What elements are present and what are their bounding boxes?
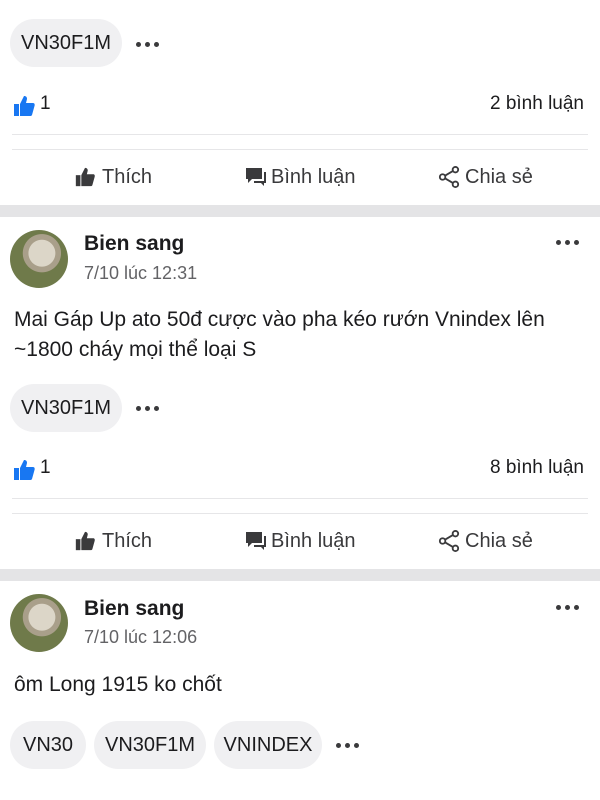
comment-label: Bình luận <box>271 166 356 188</box>
share-button[interactable]: Chia sẻ <box>438 149 538 205</box>
comment-button[interactable]: Bình luận <box>244 149 364 205</box>
share-label: Chia sẻ <box>465 166 533 188</box>
like-button[interactable]: Thích <box>74 513 184 569</box>
avatar[interactable] <box>10 594 68 652</box>
post-text-line: Mai Gáp Up ato 50đ cược vào pha kéo rướn… <box>14 308 545 331</box>
post-separator <box>0 205 600 217</box>
hashtag-chip[interactable]: VN30F1M <box>10 384 122 432</box>
like-reaction-icon <box>14 96 35 116</box>
share-icon <box>438 530 460 552</box>
like-label: Thích <box>102 530 153 552</box>
more-tags-icon[interactable] <box>136 34 160 54</box>
post-text-line: ôm Long 1915 ko chốt <box>14 673 222 696</box>
divider <box>12 134 588 135</box>
post-menu-icon[interactable] <box>556 232 580 252</box>
like-label: Thích <box>102 166 153 188</box>
post-menu-icon[interactable] <box>556 597 580 617</box>
avatar[interactable] <box>10 230 68 288</box>
comment-label: Bình luận <box>271 530 356 552</box>
thumbs-up-icon <box>75 531 95 551</box>
share-label: Chia sẻ <box>465 530 533 552</box>
comment-count[interactable]: 2 bình luận <box>490 93 584 115</box>
like-count[interactable]: 1 <box>40 93 51 115</box>
author-name[interactable]: Bien sang <box>84 597 184 621</box>
post-text-line: ~1800 cháy mọi thể loại S <box>14 338 257 361</box>
hashtag-chip[interactable]: VN30F1M <box>10 19 122 67</box>
post-separator <box>0 569 600 581</box>
like-count[interactable]: 1 <box>40 457 51 479</box>
thumbs-up-icon <box>75 167 95 187</box>
like-button[interactable]: Thích <box>74 149 184 205</box>
comment-button[interactable]: Bình luận <box>244 513 364 569</box>
author-name[interactable]: Bien sang <box>84 232 184 256</box>
hashtag-chip[interactable]: VN30 <box>10 721 86 769</box>
share-icon <box>438 166 460 188</box>
comment-icon <box>246 168 266 186</box>
more-tags-icon[interactable] <box>336 735 360 755</box>
divider <box>12 498 588 499</box>
reactions-row: 1 2 bình luận <box>0 86 600 126</box>
hashtag-chip[interactable]: VNINDEX <box>214 721 322 769</box>
post-timestamp[interactable]: 7/10 lúc 12:31 <box>84 263 197 284</box>
comment-icon <box>246 532 266 550</box>
like-reaction-icon <box>14 460 35 480</box>
more-tags-icon[interactable] <box>136 398 160 418</box>
hashtag-chip[interactable]: VN30F1M <box>94 721 206 769</box>
post-actions-bar: Thích Bình luận Chia sẻ <box>0 513 600 569</box>
reactions-row: 1 8 bình luận <box>0 450 600 490</box>
post-actions-bar: Thích Bình luận Chia sẻ <box>0 149 600 205</box>
post-timestamp[interactable]: 7/10 lúc 12:06 <box>84 627 197 648</box>
share-button[interactable]: Chia sẻ <box>438 513 538 569</box>
comment-count[interactable]: 8 bình luận <box>490 457 584 479</box>
